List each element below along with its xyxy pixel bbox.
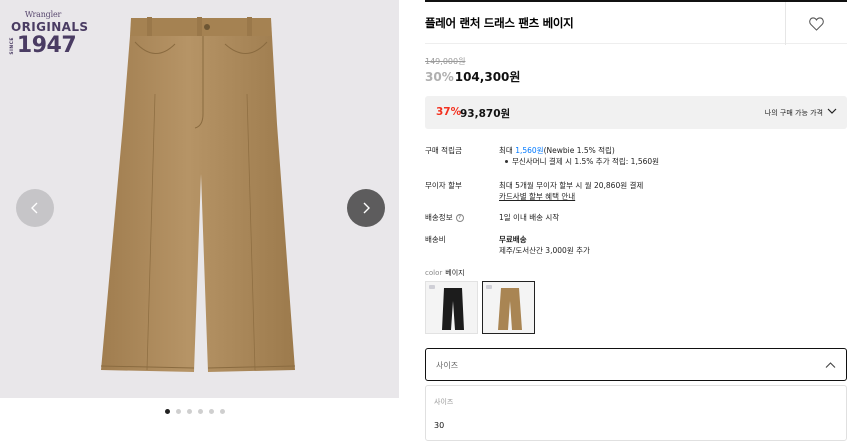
- size-select[interactable]: 사이즈: [425, 348, 847, 381]
- beige-pants-thumbnail: [498, 288, 522, 330]
- selected-color: 베이지: [445, 269, 465, 277]
- product-main-image[interactable]: Wrangler ORIGINALS SINCE 1947: [0, 0, 399, 398]
- points-sub: 무신사머니 결제 시 1.5% 추가 적립: 1,560원: [499, 156, 799, 167]
- size-placeholder: 사이즈: [436, 361, 459, 370]
- my-price-rate: 37%: [436, 106, 462, 118]
- my-price-amount: 93,870원: [460, 108, 511, 120]
- chevron-down-icon: [827, 108, 837, 114]
- pager-dot[interactable]: [165, 409, 170, 414]
- product-gallery: Wrangler ORIGINALS SINCE 1947: [0, 0, 399, 445]
- sale-price: 104,300원: [454, 70, 521, 84]
- pager-dot[interactable]: [209, 409, 214, 414]
- installment-text: 최대 5개월 무이자 할부 시 월 20,860원 결제: [499, 181, 644, 190]
- brand-logo: Wrangler ORIGINALS SINCE 1947: [9, 10, 89, 58]
- points-amount: 1,560원: [515, 146, 544, 155]
- original-price: 149,000원: [425, 57, 466, 66]
- product-detail-panel: 플레어 랜처 드래스 팬츠 베이지 149,000원 30% 104,300원 …: [425, 0, 849, 445]
- pants-image: [100, 17, 296, 372]
- color-option-beige[interactable]: [482, 281, 535, 334]
- my-price-label: 나의 구매 가능 가격: [764, 109, 823, 117]
- pager-dot[interactable]: [198, 409, 203, 414]
- next-image-button[interactable]: [347, 189, 385, 227]
- color-label: color 베이지: [425, 269, 465, 277]
- shipping-info-text: 1일 이내 배송 시작: [499, 213, 560, 222]
- image-pager: [165, 409, 225, 414]
- logo-brand-text: Wrangler: [24, 10, 62, 19]
- black-pants-thumbnail: [442, 288, 464, 330]
- shipping-fee-text: 무료배송: [499, 235, 527, 244]
- color-option-black[interactable]: [425, 281, 478, 334]
- size-dropdown: 사이즈 30: [425, 385, 847, 441]
- pager-dot[interactable]: [187, 409, 192, 414]
- shipping-fee-sub: 제주/도서산간 3,000원 추가: [499, 246, 590, 255]
- logo-originals-text: ORIGINALS: [11, 20, 89, 34]
- discount-rate: 30%: [425, 70, 454, 84]
- points-label: 구매 적립금: [425, 146, 462, 155]
- shipping-fee-label: 배송비: [425, 235, 446, 244]
- wishlist-button[interactable]: [785, 2, 847, 45]
- size-option-30[interactable]: 30: [426, 414, 846, 438]
- title-row: 플레어 랜처 드래스 팬츠 베이지: [425, 0, 847, 45]
- price-row: 30% 104,300원: [425, 68, 520, 85]
- product-title: 플레어 랜처 드래스 팬츠 베이지: [425, 16, 574, 30]
- chevron-right-icon: [363, 202, 370, 214]
- logo-year-text: 1947: [16, 33, 77, 58]
- installment-label: 무이자 할부: [425, 181, 462, 190]
- chevron-up-icon: [825, 362, 836, 368]
- shipping-info-label: 배송정보: [425, 213, 453, 222]
- prev-image-button[interactable]: [16, 189, 54, 227]
- size-dropdown-header: 사이즈: [434, 398, 454, 406]
- logo-since-text: SINCE: [9, 37, 15, 55]
- heart-icon: [809, 16, 824, 31]
- installment-card-link[interactable]: 카드사별 할부 혜택 안내: [499, 191, 799, 202]
- points-main: 최대 1,560원(Newbie 1.5% 적립): [499, 146, 615, 155]
- chevron-left-icon: [31, 202, 38, 214]
- pager-dot[interactable]: [176, 409, 181, 414]
- pager-dot[interactable]: [220, 409, 225, 414]
- help-icon[interactable]: ?: [455, 214, 464, 222]
- my-price-box[interactable]: 37% 93,870원 나의 구매 가능 가격: [425, 96, 847, 129]
